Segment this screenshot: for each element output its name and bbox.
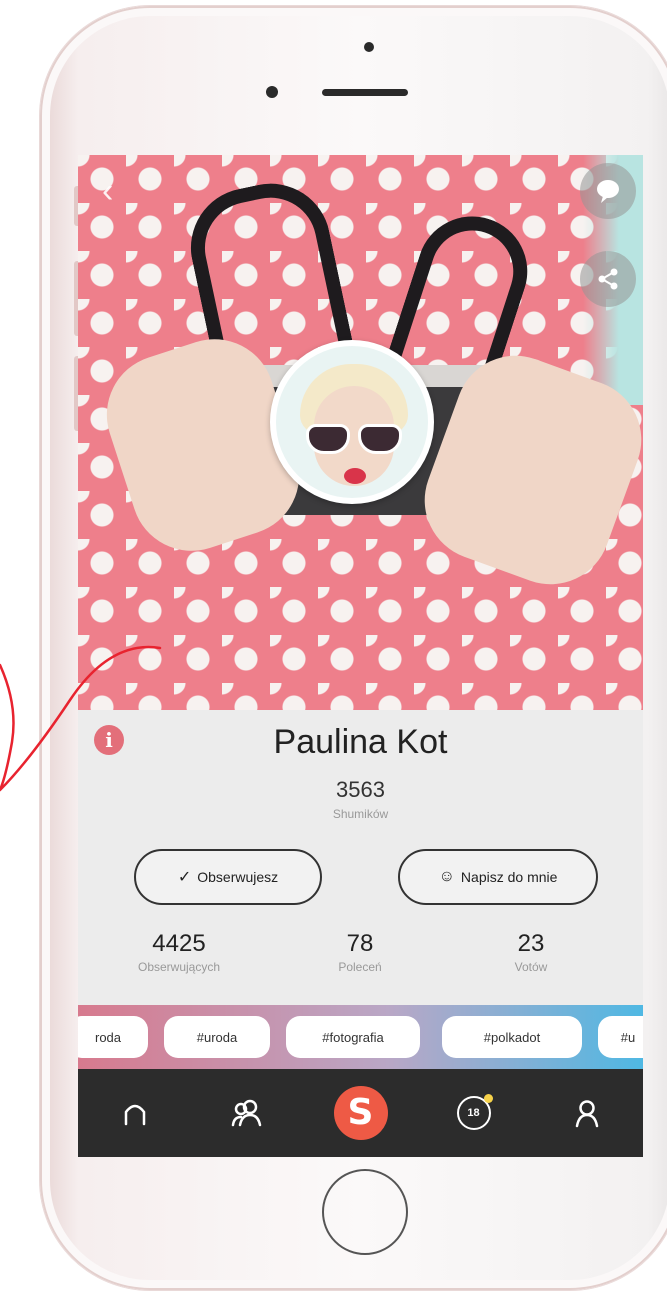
age-badge-label: 18 [467, 1107, 480, 1119]
home-button[interactable] [322, 1169, 408, 1255]
nav-profile[interactable] [530, 1069, 643, 1157]
profile-score-label: Shumików [332, 807, 389, 821]
nav-age-18[interactable]: 18 [417, 1069, 530, 1157]
earpiece-speaker [322, 89, 408, 96]
message-icon: ☺ [438, 868, 455, 885]
nav-shumi-logo[interactable]: S [304, 1069, 417, 1157]
notification-dot [483, 1094, 493, 1103]
stat-label: Obserwujących [137, 960, 221, 974]
avatar[interactable] [270, 340, 434, 504]
follow-button-label: Obserwujesz [197, 869, 279, 885]
profile-name: Paulina Kot [273, 723, 448, 761]
tag-chip[interactable]: #polkadot [442, 1016, 582, 1058]
back-icon[interactable]: ‹ [102, 171, 130, 211]
tag-chip[interactable]: #uroda [164, 1016, 270, 1058]
check-icon: ✓ [177, 869, 192, 886]
stat-value: 23 [517, 930, 545, 957]
stat-value: 4425 [152, 930, 206, 957]
stat-label: Votów [514, 960, 548, 974]
tag-chip[interactable]: roda [78, 1016, 148, 1058]
avatar-lips [344, 468, 366, 484]
tag-chip[interactable]: #fotografia [286, 1016, 420, 1058]
front-camera [266, 86, 278, 98]
nav-users[interactable] [191, 1069, 304, 1157]
follow-button[interactable]: ✓ Obserwujesz [134, 849, 322, 905]
message-button[interactable]: ☺ Napisz do mnie [398, 849, 598, 905]
stat-value: 78 [346, 930, 374, 957]
stat-label: Poleceń [338, 960, 382, 974]
tag-chip[interactable]: #u [598, 1016, 643, 1058]
avatar-glasses [306, 424, 402, 454]
stat-followers[interactable]: 4425 Obserwujących [94, 930, 264, 974]
bottom-nav: S 18 [78, 1069, 643, 1157]
profile-cover-photo: ‹ [78, 155, 643, 710]
profile-icon [575, 1100, 598, 1128]
home-icon [124, 1104, 145, 1126]
message-button-label: Napisz do mnie [460, 869, 558, 885]
stat-votes[interactable]: 23 Votów [446, 930, 616, 974]
proximity-sensor [364, 42, 374, 52]
chat-bubble-icon[interactable] [580, 163, 636, 219]
tags-bar[interactable]: roda #uroda #fotografia #polkadot #u [78, 1005, 643, 1069]
users-icon [231, 1099, 261, 1127]
stat-recommendations[interactable]: 78 Poleceń [275, 930, 445, 974]
age-18-icon: 18 [456, 1094, 493, 1130]
logo-s-icon: S [333, 1086, 388, 1140]
app-screen: ‹ i Paulina Kot 3563 Shumików ✓ Obserwuj… [78, 155, 643, 1157]
profile-score: 3563 [336, 777, 385, 802]
nav-home[interactable] [78, 1069, 191, 1157]
share-icon[interactable] [580, 251, 636, 307]
